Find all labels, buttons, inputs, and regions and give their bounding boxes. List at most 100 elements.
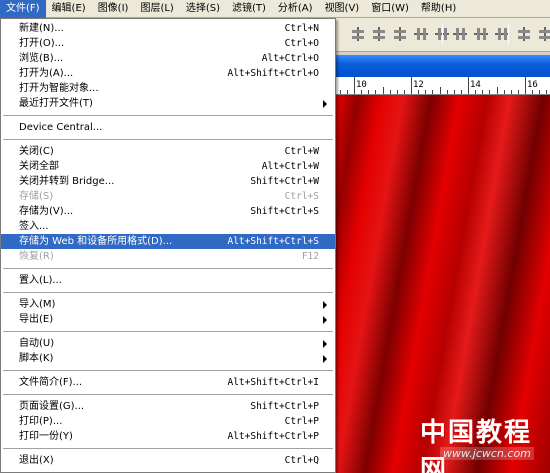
menu-item[interactable]: 打印一份(Y) Alt+Shift+Ctrl+P	[1, 429, 335, 444]
ruler-tick	[361, 90, 363, 94]
ruler-label: 10	[356, 80, 367, 90]
menu-item-label: 关闭(C)	[19, 146, 54, 157]
ruler-tick	[439, 87, 441, 94]
menu-item: 存储(S) Ctrl+S	[1, 189, 335, 204]
menu-item-5[interactable]: 滤镜(T)	[226, 0, 272, 18]
menu-item-shortcut: Ctrl+N	[284, 23, 319, 34]
ruler-tick	[546, 90, 548, 94]
ruler-tick	[517, 90, 519, 94]
ruler-tick	[532, 90, 534, 94]
ruler-label: 14	[470, 80, 481, 90]
menu-item[interactable]: 关闭并转到 Bridge... Shift+Ctrl+W	[1, 174, 335, 189]
watermark-logo: 中国教程网	[420, 418, 533, 473]
menu-item[interactable]: 打印(P)... Ctrl+P	[1, 414, 335, 429]
menu-item[interactable]: 关闭全部 Alt+Ctrl+W	[1, 159, 335, 174]
menu-item[interactable]: 导入(M)	[1, 297, 335, 312]
menu-item[interactable]: 新建(N)... Ctrl+N	[1, 21, 335, 36]
menu-item-label: 文件简介(F)...	[19, 377, 83, 388]
menu-separator	[1, 135, 335, 144]
align-bottom-icon[interactable]	[392, 26, 408, 42]
menu-item[interactable]: 文件简介(F)... Alt+Shift+Ctrl+I	[1, 375, 335, 390]
ruler-tick	[346, 90, 348, 94]
menu-item[interactable]: 浏览(B)... Alt+Ctrl+O	[1, 51, 335, 66]
menu-item[interactable]: 页面设置(G)... Shift+Ctrl+P	[1, 399, 335, 414]
menu-item-label: 存储为 Web 和设备所用格式(D)...	[19, 236, 173, 247]
menu-item-shortcut: Alt+Ctrl+O	[261, 53, 319, 64]
menu-item-shortcut: F12	[301, 251, 319, 262]
menu-item-shortcut: Alt+Shift+Ctrl+S	[227, 236, 319, 247]
ruler-tick	[375, 90, 377, 94]
menu-item[interactable]: 存储为(V)... Shift+Ctrl+S	[1, 204, 335, 219]
menu-item[interactable]: 脚本(K)	[1, 351, 335, 366]
watermark-url: www.jcwcn.com	[440, 447, 534, 460]
menu-item[interactable]: 打开为(A)... Alt+Shift+Ctrl+O	[1, 66, 335, 81]
ruler-tick	[411, 77, 412, 94]
menu-item-label: 打印(P)...	[19, 416, 63, 427]
menu-item[interactable]: 打开为智能对象...	[1, 81, 335, 96]
menu-item-6[interactable]: 分析(A)	[272, 0, 319, 18]
menu-item-2[interactable]: 图像(I)	[92, 0, 135, 18]
align-left-icon[interactable]	[413, 26, 429, 42]
document-title-bar[interactable]	[336, 55, 550, 77]
menu-item-4[interactable]: 选择(S)	[180, 0, 226, 18]
menu-item-9[interactable]: 帮助(H)	[415, 0, 462, 18]
distribute-right-icon[interactable]	[537, 26, 550, 42]
menu-separator	[1, 366, 335, 375]
ruler-tick	[425, 90, 427, 94]
align-vcenter-icon[interactable]	[371, 26, 387, 42]
submenu-arrow-icon	[323, 316, 327, 324]
ruler-tick	[503, 90, 505, 94]
ruler-tick	[354, 77, 355, 94]
menu-item[interactable]: 关闭(C) Ctrl+W	[1, 144, 335, 159]
menu-item[interactable]: 置入(L)...	[1, 273, 335, 288]
menu-item[interactable]: 退出(X) Ctrl+Q	[1, 453, 335, 468]
ruler-label: 16	[527, 80, 538, 90]
ruler-tick	[453, 90, 455, 94]
menu-item-label: 打开为(A)...	[19, 68, 74, 79]
menu-item[interactable]: 自动(U)	[1, 336, 335, 351]
menu-item-shortcut: Alt+Shift+Ctrl+I	[227, 377, 319, 388]
submenu-arrow-icon	[323, 100, 327, 108]
ruler-tick	[489, 90, 491, 94]
menu-item[interactable]: 最近打开文件(T)	[1, 96, 335, 111]
ruler-tick	[510, 90, 512, 94]
ruler-tick	[339, 90, 341, 94]
menu-item-shortcut: Alt+Shift+Ctrl+P	[227, 431, 319, 442]
ruler-tick	[460, 90, 462, 94]
menu-item-shortcut: Ctrl+P	[284, 416, 319, 427]
menu-item-label: 打开为智能对象...	[19, 83, 99, 94]
menu-item[interactable]: 打开(O)... Ctrl+O	[1, 36, 335, 51]
menu-item-shortcut: Shift+Ctrl+W	[250, 176, 319, 187]
menu-item-shortcut: Alt+Ctrl+W	[261, 161, 319, 172]
menu-separator	[1, 264, 335, 273]
align-top-icon[interactable]	[350, 26, 366, 42]
ruler-tick	[475, 90, 477, 94]
submenu-arrow-icon	[323, 340, 327, 348]
ruler-tick	[482, 90, 484, 94]
menu-item-shortcut: Ctrl+S	[284, 191, 319, 202]
menu-bar: 文件(F) 编辑(E) 图像(I) 图层(L) 选择(S) 滤镜(T) 分析(A) 视图(V)…	[0, 0, 550, 18]
distribute-vcenter-icon[interactable]	[473, 26, 489, 42]
distribute-top-icon[interactable]	[452, 26, 468, 42]
ruler-tick	[446, 90, 448, 94]
toolbar-separator	[508, 24, 509, 44]
menu-item-label: 浏览(B)...	[19, 53, 64, 64]
distribute-left-icon[interactable]	[516, 26, 532, 42]
menu-item[interactable]: 签入...	[1, 219, 335, 234]
menu-item-3[interactable]: 图层(L)	[134, 0, 179, 18]
menu-item-label: 恢复(R)	[19, 251, 54, 262]
menu-item[interactable]: 导出(E)	[1, 312, 335, 327]
ruler-tick	[496, 87, 498, 94]
menu-item-8[interactable]: 窗口(W)	[365, 0, 415, 18]
menu-item-label: 自动(U)	[19, 338, 55, 349]
menu-separator	[1, 444, 335, 453]
ruler-tick	[368, 90, 370, 94]
toolbar-separator	[442, 24, 443, 44]
menu-item-1[interactable]: 编辑(E)	[46, 0, 92, 18]
menu-file[interactable]: 文件(F)	[0, 0, 46, 18]
menu-item[interactable]: 存储为 Web 和设备所用格式(D)... Alt+Shift+Ctrl+S	[1, 234, 335, 249]
menu-item-7[interactable]: 视图(V)	[319, 0, 366, 18]
menu-item-label: Device Central...	[19, 122, 103, 133]
menu-item-label: 存储(S)	[19, 191, 54, 202]
menu-item[interactable]: Device Central...	[1, 120, 335, 135]
